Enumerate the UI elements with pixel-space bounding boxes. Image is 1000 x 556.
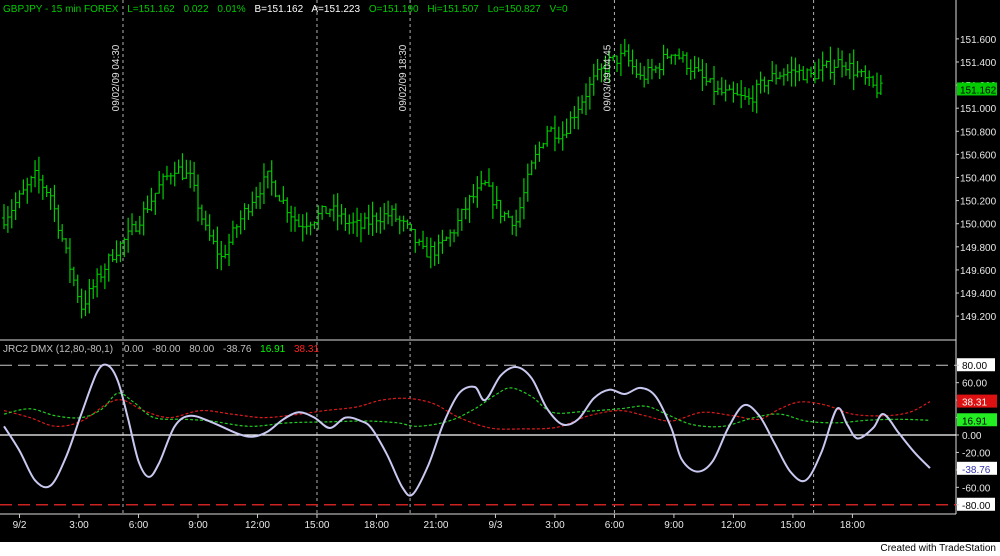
price-axis-label: 151.000 [960,104,997,115]
indicator-value-0: 0.00 [124,344,144,355]
last-price-label: 151.162 [960,85,997,96]
indicator-value-4: 16.91 [260,344,285,355]
price-axis-label: 150.600 [960,150,997,161]
session-marker-label: 09/02/09 18:30 [398,44,409,111]
time-axis-label: 6:00 [605,520,625,531]
indicator-name: JRC2 DMX (12,80,-80,1) [3,344,113,355]
header-high: Hi=151.507 [427,4,479,15]
price-axis-label: 149.200 [960,312,997,323]
header-low: Lo=150.827 [488,4,542,15]
time-axis-label: 3:00 [545,520,565,531]
osc-axis-label: -80.00 [962,501,991,512]
osc-value-label: 16.91 [962,416,987,427]
price-axis-label: 151.600 [960,35,997,46]
osc-axis-label: 0.00 [962,431,982,442]
price-axis-label: 150.000 [960,220,997,231]
price-axis-label: 150.400 [960,174,997,185]
osc-axis-label: 60.00 [962,379,987,390]
header-change-pct: 0.01% [217,4,245,15]
session-marker-label: 09/03/09 04:45 [602,44,613,111]
header-open: O=151.190 [369,4,419,15]
price-axis-label: 149.800 [960,243,997,254]
osc-axis-label: -20.00 [962,448,991,459]
time-axis-label: 3:00 [69,520,89,531]
indicator-value-5: 38.31 [294,344,319,355]
time-axis-label: 18:00 [840,520,865,531]
header-symbol: GBPJPY - 15 min FOREX [3,4,119,15]
indicator-header: JRC2 DMX (12,80,-80,1) 0.00 -80.00 80.00… [3,344,319,355]
time-axis-label: 12:00 [721,520,746,531]
indicator-value-2: 80.00 [189,344,214,355]
header-change: 0.022 [184,4,209,15]
header-bid: B=151.162 [254,4,303,15]
time-axis-label: 9:00 [664,520,684,531]
osc-axis-label: -60.00 [962,483,991,494]
osc-axis-label: 80.00 [962,361,987,372]
osc-value-label: -38.76 [962,465,991,476]
header-last: L=151.162 [127,4,175,15]
osc-value-label: 38.31 [962,398,987,409]
price-axis-label: 151.400 [960,58,997,69]
session-marker-label: 09/02/09 04:30 [111,44,122,111]
price-axis-label: 149.400 [960,289,997,300]
header-volume: V=0 [550,4,569,15]
time-axis-label: 21:00 [423,520,448,531]
price-axis-label: 150.200 [960,197,997,208]
header-ask: A=151.223 [311,4,360,15]
time-axis-label: 9/2 [13,520,27,531]
time-axis-label: 9/3 [488,520,502,531]
indicator-value-3: -38.76 [223,344,252,355]
time-axis-label: 12:00 [245,520,270,531]
time-axis-label: 18:00 [364,520,389,531]
time-axis-label: 15:00 [304,520,329,531]
time-axis-label: 15:00 [780,520,805,531]
indicator-value-1: -80.00 [152,344,181,355]
time-axis-label: 9:00 [188,520,208,531]
footer-bar [0,542,1000,556]
footer-credit: Created with TradeStation [880,543,996,554]
price-axis-label: 150.800 [960,127,997,138]
tradestation-chart: 151.600151.400151.200151.000150.800150.6… [0,0,1000,556]
price-axis-label: 149.600 [960,266,997,277]
chart-background [0,0,1000,556]
time-axis-label: 6:00 [129,520,149,531]
